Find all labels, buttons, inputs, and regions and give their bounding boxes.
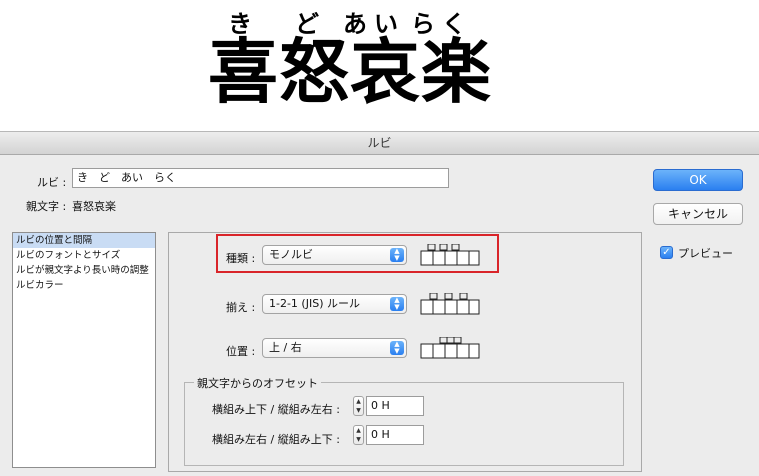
list-item-font-size[interactable]: ルビのフォントとサイズ xyxy=(13,248,155,263)
popup-arrows-icon: ▲ ▼ xyxy=(390,297,404,311)
type-select-value: モノルビ xyxy=(269,248,313,261)
offset-group xyxy=(184,382,624,466)
offset2-label: 横組み左右 / 縦組み上下 : xyxy=(212,433,340,446)
type-select[interactable]: モノルビ ▲ ▼ xyxy=(262,245,407,265)
ruby-text-row: き ど あ い ら く xyxy=(0,4,759,38)
section-list: ルビの位置と間隔 ルビのフォントとサイズ ルビが親文字より長い時の調整 ルビカラ… xyxy=(12,232,156,468)
align-select-value: 1-2-1 (JIS) ルール xyxy=(269,297,360,310)
popup-arrows-icon: ▲ ▼ xyxy=(390,341,404,355)
parent-text-value: 喜怒哀楽 xyxy=(72,200,116,213)
offset1-label: 横組み上下 / 縦組み左右 : xyxy=(212,403,340,416)
cancel-button[interactable]: キャンセル xyxy=(653,203,743,225)
dialog-title: ルビ xyxy=(0,132,759,155)
offset1-field[interactable]: 0 H xyxy=(366,396,424,416)
preview-checkbox[interactable]: ✓ xyxy=(660,246,673,259)
parent-text-label: 親文字 : xyxy=(26,200,67,213)
position-diagram-icon xyxy=(420,337,480,359)
align-diagram-icon xyxy=(420,293,480,315)
ruby-label: ルビ : xyxy=(37,176,67,189)
list-item-color[interactable]: ルビカラー xyxy=(13,278,155,293)
list-item-overhang[interactable]: ルビが親文字より長い時の調整 xyxy=(13,263,155,278)
type-diagram-icon xyxy=(420,244,480,266)
base-text: 喜怒哀楽 xyxy=(208,31,492,113)
list-item-position-spacing[interactable]: ルビの位置と間隔 xyxy=(13,233,155,248)
offset-group-title: 親文字からのオフセット xyxy=(194,375,321,391)
position-label: 位置 : xyxy=(226,345,256,358)
preview-label: プレビュー xyxy=(678,247,733,260)
offset2-stepper[interactable]: ▲ ▼ xyxy=(353,425,364,445)
ok-button[interactable]: OK xyxy=(653,169,743,191)
offset2-field[interactable]: 0 H xyxy=(366,425,424,445)
ruby-sample-preview: き ど あ い ら く 喜怒哀楽 xyxy=(0,0,759,128)
position-select[interactable]: 上 / 右 ▲ ▼ xyxy=(262,338,407,358)
align-select[interactable]: 1-2-1 (JIS) ルール ▲ ▼ xyxy=(262,294,407,314)
position-select-value: 上 / 右 xyxy=(269,341,302,354)
align-label: 揃え : xyxy=(226,301,256,314)
ruby-text-field[interactable]: き ど あい らく xyxy=(72,168,449,188)
popup-arrows-icon: ▲ ▼ xyxy=(390,248,404,262)
type-label: 種類 : xyxy=(226,252,256,265)
offset1-stepper[interactable]: ▲ ▼ xyxy=(353,396,364,416)
preview-toggle[interactable]: ✓ プレビュー xyxy=(660,244,755,262)
